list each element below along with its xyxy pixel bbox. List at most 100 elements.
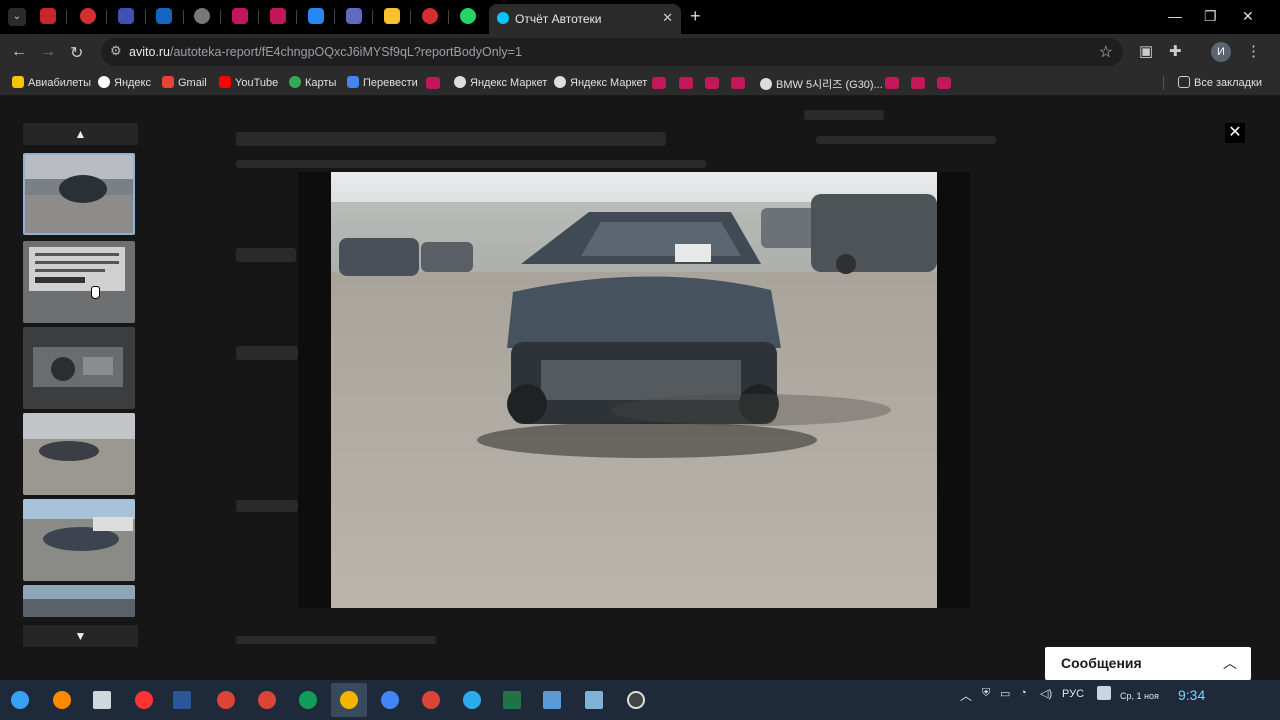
taskbar-screenshot[interactable] xyxy=(576,683,612,717)
tab-favicon[interactable] xyxy=(460,8,476,24)
globe-icon xyxy=(554,76,566,88)
bookmark-red-icon[interactable] xyxy=(911,77,925,89)
reload-icon[interactable]: ↻ xyxy=(70,43,83,63)
network-icon[interactable]: ◔ xyxy=(1020,687,1027,699)
word-icon xyxy=(173,691,191,709)
taskbar-chrome-active[interactable] xyxy=(331,683,367,717)
taskbar-chrome[interactable] xyxy=(208,683,244,717)
taskbar-notepad[interactable] xyxy=(84,683,120,717)
thumbnail[interactable] xyxy=(23,413,135,495)
active-tab[interactable]: Отчёт Автотеки ✕ xyxy=(489,4,681,34)
taskbar-search[interactable] xyxy=(44,683,80,717)
menu-icon[interactable]: ⋮ xyxy=(1246,42,1261,60)
bookmark-star-icon[interactable]: ☆ xyxy=(1099,42,1113,62)
thumbnail-image xyxy=(23,327,135,409)
thumbnail[interactable] xyxy=(23,499,135,581)
shield-icon[interactable]: ⛨ xyxy=(982,687,990,700)
taskbar-chrome[interactable] xyxy=(290,683,326,717)
bookmark-red-icon[interactable] xyxy=(679,77,693,89)
close-icon[interactable]: ✕ xyxy=(1225,123,1245,143)
language-indicator[interactable]: РУС xyxy=(1062,688,1084,700)
all-bookmarks[interactable]: Все закладки xyxy=(1178,76,1262,89)
tab-favicon[interactable] xyxy=(156,8,172,24)
taskbar-chrome[interactable] xyxy=(413,683,449,717)
tab-strip: ⌄ Отчёт Автотеки ✕ + — ❐ ✕ xyxy=(0,0,1280,34)
thumbnail[interactable] xyxy=(23,585,135,617)
bookmark-item[interactable]: Перевести xyxy=(347,76,418,89)
new-tab-button[interactable]: + xyxy=(690,6,701,27)
taskbar-chrome[interactable] xyxy=(249,683,285,717)
chevron-up-icon[interactable]: ︿ xyxy=(1223,653,1237,673)
tab-favicon[interactable] xyxy=(118,8,134,24)
taskbar-excel[interactable] xyxy=(494,683,530,717)
thumbs-up-button[interactable]: ▲ xyxy=(23,123,138,145)
start-button[interactable] xyxy=(2,683,38,717)
battery-icon[interactable]: ▭ xyxy=(1000,687,1010,700)
thumbnail[interactable] xyxy=(23,327,135,409)
messages-widget[interactable]: Сообщения ︿ xyxy=(1045,647,1251,680)
tab-favicon[interactable] xyxy=(270,8,286,24)
bookmark-red-icon[interactable] xyxy=(731,77,745,89)
tab-search-button[interactable]: ⌄ xyxy=(8,8,26,26)
url-text[interactable]: avito.ru/autoteka-report/fE4chngpOQxcJ6i… xyxy=(129,45,522,59)
car-photo-image xyxy=(331,172,937,608)
extensions-icon[interactable]: ✚ xyxy=(1169,42,1182,60)
bookmark-red-icon[interactable] xyxy=(426,77,440,89)
taskbar-photos[interactable] xyxy=(534,683,570,717)
taskbar-yandex[interactable] xyxy=(126,683,162,717)
thumbnail[interactable] xyxy=(23,241,135,323)
profile-avatar[interactable]: И xyxy=(1211,42,1231,62)
taskbar-chrome[interactable] xyxy=(372,683,408,717)
notepad-icon xyxy=(93,691,111,709)
taskbar-obs[interactable] xyxy=(618,683,654,717)
restore-icon[interactable]: ❐ xyxy=(1204,8,1217,25)
clock-text[interactable]: 9:34 xyxy=(1178,687,1205,703)
background-text xyxy=(236,160,706,168)
thumbnail[interactable] xyxy=(23,153,135,235)
thumbs-down-button[interactable]: ▼ xyxy=(23,625,138,647)
tab-favicon[interactable] xyxy=(346,8,362,24)
bookmark-red-icon[interactable] xyxy=(705,77,719,89)
chrome-icon xyxy=(258,691,276,709)
thumbnail-image xyxy=(23,413,135,495)
tab-favicon[interactable] xyxy=(384,8,400,24)
autoteka-favicon-icon xyxy=(497,12,509,24)
tab-favicon[interactable] xyxy=(422,8,438,24)
tab-favicon[interactable] xyxy=(232,8,248,24)
bookmark-item[interactable]: Авиабилеты xyxy=(12,76,91,89)
bookmark-item[interactable]: Яндекс xyxy=(98,76,151,89)
taskbar-word[interactable] xyxy=(164,683,200,717)
tab-favicon[interactable] xyxy=(40,8,56,24)
tray-chevron-icon[interactable]: ︿ xyxy=(960,687,972,704)
bookmark-item[interactable]: Яндекс Маркет xyxy=(554,76,647,89)
tab-favicon[interactable] xyxy=(194,8,210,24)
address-bar[interactable]: ⚙ avito.ru/autoteka-report/fE4chngpOQxcJ… xyxy=(101,38,1123,66)
thumbnail-image xyxy=(23,585,135,617)
close-tab-icon[interactable]: ✕ xyxy=(662,10,673,26)
chrome-icon xyxy=(340,691,358,709)
taskbar-telegram[interactable] xyxy=(454,683,490,717)
bookmarks-bar: Авиабилеты Яндекс Gmail YouTube Карты Пе… xyxy=(0,70,1280,96)
tab-favicon[interactable] xyxy=(308,8,324,24)
thumbnail-image xyxy=(23,241,135,323)
bookmark-item[interactable]: Карты xyxy=(289,76,336,89)
bookmark-red-icon[interactable] xyxy=(937,77,951,89)
minimize-icon[interactable]: — xyxy=(1168,8,1182,24)
bookmark-item[interactable]: Яндекс Маркет xyxy=(454,76,547,89)
bookmark-red-icon[interactable] xyxy=(885,77,899,89)
date-text[interactable]: Ср, 1 ноя xyxy=(1120,691,1159,701)
forward-icon[interactable]: → xyxy=(40,43,56,61)
bookmark-item[interactable]: BMW 5시리즈 (G30)... xyxy=(760,76,883,92)
volume-icon[interactable]: ◁) xyxy=(1040,687,1052,700)
background-text xyxy=(236,636,436,644)
back-icon[interactable]: ← xyxy=(11,43,27,61)
telegram-icon xyxy=(463,691,481,709)
image-search-icon[interactable]: ▣ xyxy=(1139,42,1153,60)
bookmark-red-icon[interactable] xyxy=(652,77,666,89)
tab-favicon[interactable] xyxy=(80,8,96,24)
thumbnail-image xyxy=(23,499,135,581)
close-window-icon[interactable]: ✕ xyxy=(1242,8,1254,25)
bookmark-item[interactable]: YouTube xyxy=(219,76,278,89)
site-info-icon[interactable]: ⚙ xyxy=(110,43,122,59)
bookmark-item[interactable]: Gmail xyxy=(162,76,207,89)
